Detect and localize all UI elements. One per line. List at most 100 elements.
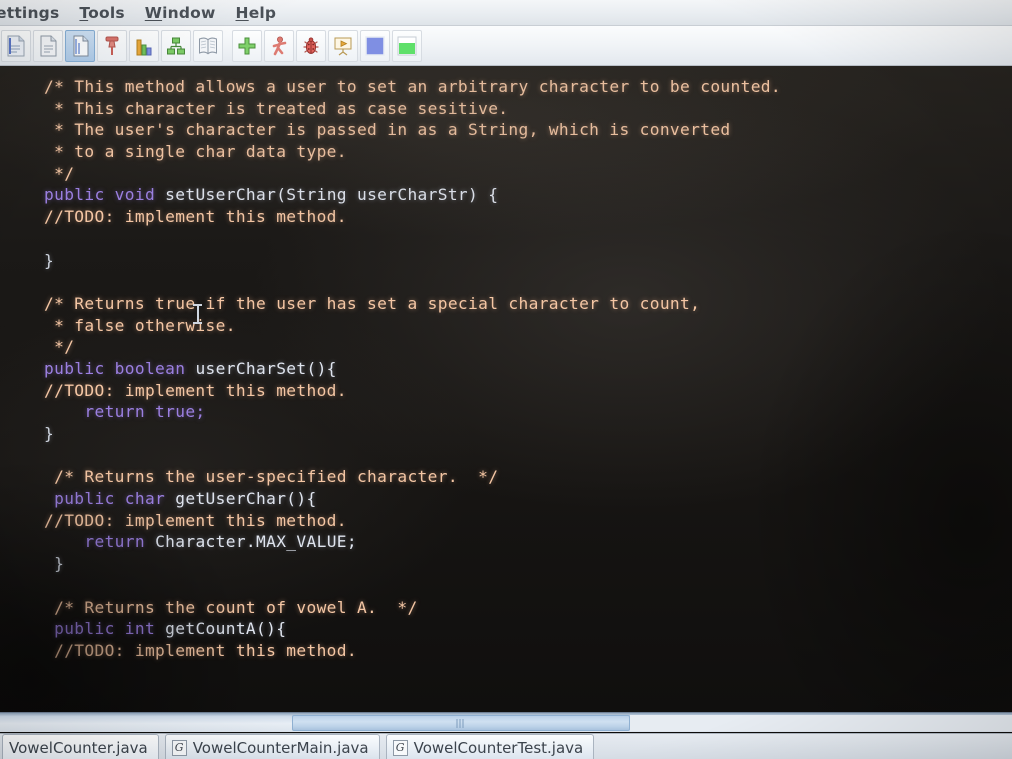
bar-chart-icon	[134, 35, 154, 57]
green-square-icon	[397, 36, 417, 56]
file-tab[interactable]: G VowelCounterMain.java	[164, 734, 380, 759]
toolbar	[0, 26, 1012, 66]
code-line: //TODO: implement this method.	[44, 510, 781, 532]
code-token: /* This method allows a user to set an a…	[44, 77, 781, 96]
code-token: setUserChar(String userCharStr) {	[155, 185, 499, 205]
code-line: //TODO: implement this method.	[44, 380, 781, 402]
code-editor[interactable]: /* This method allows a user to set an a…	[0, 66, 1012, 712]
toolbar-group-file	[0, 29, 224, 63]
code-line: return true;	[44, 401, 781, 423]
code-line: //TODO: implement this method.	[44, 640, 781, 662]
code-line: */	[44, 336, 781, 358]
code-token: }	[44, 424, 55, 443]
presentation-icon	[333, 35, 353, 57]
code-token: * to a single char data type.	[44, 142, 347, 162]
new-file-icon	[6, 35, 26, 57]
scrollbar-grip-icon	[456, 719, 466, 728]
code-line: /* This method allows a user to set an a…	[44, 76, 781, 98]
toolbar-button-open-file[interactable]	[33, 29, 63, 62]
file-tab[interactable]: VowelCounter.java	[2, 734, 159, 759]
code-token: /* Returns the user-specified character.…	[44, 467, 499, 487]
toolbar-button-pin[interactable]	[97, 29, 127, 62]
file-tab-label: VowelCounter.java	[9, 738, 148, 757]
blank-document-icon	[38, 35, 58, 57]
code-line: /* Returns the count of vowel A. */	[44, 597, 781, 619]
menu-item-tools[interactable]: Tools	[69, 4, 134, 22]
scrollbar-track[interactable]	[630, 715, 1012, 731]
code-line: * to a single char data type.	[44, 141, 781, 163]
code-token: getUserChar(){	[165, 489, 317, 509]
file-tab-bar: VowelCounter.java G VowelCounterMain.java G…	[0, 733, 1012, 759]
java-file-icon	[70, 35, 90, 57]
menu-item-help[interactable]: Help	[226, 4, 287, 22]
code-token: */	[44, 163, 75, 183]
code-line: */	[44, 163, 781, 185]
toolbar-button-present[interactable]	[328, 29, 358, 62]
debug-bug-icon	[301, 35, 321, 57]
code-line: public int getCountA(){	[44, 618, 781, 640]
scrollbar-thumb[interactable]	[292, 715, 630, 731]
file-tab[interactable]: G VowelCounterTest.java	[385, 734, 595, 759]
hierarchy-icon	[166, 35, 186, 57]
toolbar-separator	[224, 29, 231, 63]
code-line: public void setUserChar(String userCharS…	[44, 184, 781, 206]
toolbar-button-compile[interactable]	[232, 29, 262, 62]
toolbar-button-workbench[interactable]	[360, 29, 390, 62]
book-icon	[198, 35, 218, 57]
code-line: return Character.MAX_VALUE;	[44, 531, 781, 553]
code-line: public boolean userCharSet(){	[44, 358, 781, 380]
code-token: Character.MAX_VALUE;	[144, 532, 357, 552]
menu-bar: ettings Tools Window Help	[0, 0, 1012, 26]
code-line: * This character is treated as case sesi…	[44, 98, 781, 120]
toolbar-group-build	[231, 29, 423, 63]
code-token: * The user's character is passed in as a…	[44, 120, 731, 140]
file-tab-label: VowelCounterTest.java	[413, 738, 584, 757]
code-token: /* Returns true if the user has set a sp…	[44, 293, 701, 313]
code-token: * false otherwise.	[44, 315, 236, 335]
toolbar-button-current-file[interactable]	[65, 29, 95, 62]
menu-item-label: ettings	[0, 3, 60, 22]
toolbar-button-documentation[interactable]	[193, 29, 223, 62]
menu-item-label: elp	[248, 3, 277, 22]
menu-item-label: ools	[88, 3, 125, 22]
code-line: }	[44, 553, 781, 575]
toolbar-button-canvas[interactable]	[392, 29, 422, 62]
code-token: */	[44, 337, 75, 357]
code-token: public char	[44, 489, 166, 509]
generated-file-icon: G	[171, 739, 187, 756]
toolbar-button-statistics[interactable]	[129, 29, 159, 62]
menu-item-window[interactable]: Window	[135, 4, 226, 22]
code-line: /* Returns the user-specified character.…	[44, 466, 781, 488]
file-tab-label: VowelCounterMain.java	[192, 738, 369, 757]
code-token: public int	[44, 619, 156, 639]
code-line: public char getUserChar(){	[44, 488, 781, 510]
toolbar-button-run[interactable]	[264, 29, 294, 62]
code-line: //TODO: implement this method.	[44, 206, 781, 228]
ide-window: ettings Tools Window Help /* This method…	[0, 0, 1012, 759]
toolbar-button-uml-diagram[interactable]	[161, 29, 191, 62]
menu-item-label: indow	[162, 3, 216, 22]
code-line: * The user's character is passed in as a…	[44, 119, 781, 141]
horizontal-scrollbar[interactable]	[0, 712, 1012, 732]
code-text-area[interactable]: /* This method allows a user to set an a…	[44, 76, 781, 662]
code-line: /* Returns true if the user has set a sp…	[44, 293, 781, 315]
code-token: /* Returns the count of vowel A. */	[44, 597, 418, 617]
code-token: }	[44, 554, 65, 574]
code-token: return true;	[44, 402, 206, 422]
toolbar-button-debug[interactable]	[296, 29, 326, 62]
pin-icon	[102, 35, 122, 57]
code-line: * false otherwise.	[44, 315, 781, 337]
code-token: public void	[44, 185, 156, 205]
code-token: //TODO: implement this method.	[44, 640, 357, 660]
plus-icon	[237, 35, 257, 57]
menu-item-settings[interactable]: ettings	[0, 4, 69, 22]
code-token: public boolean	[44, 358, 186, 378]
code-token: return	[44, 532, 145, 552]
code-token: }	[44, 250, 55, 270]
blue-square-icon	[365, 35, 385, 56]
toolbar-button-new-file[interactable]	[1, 29, 31, 62]
